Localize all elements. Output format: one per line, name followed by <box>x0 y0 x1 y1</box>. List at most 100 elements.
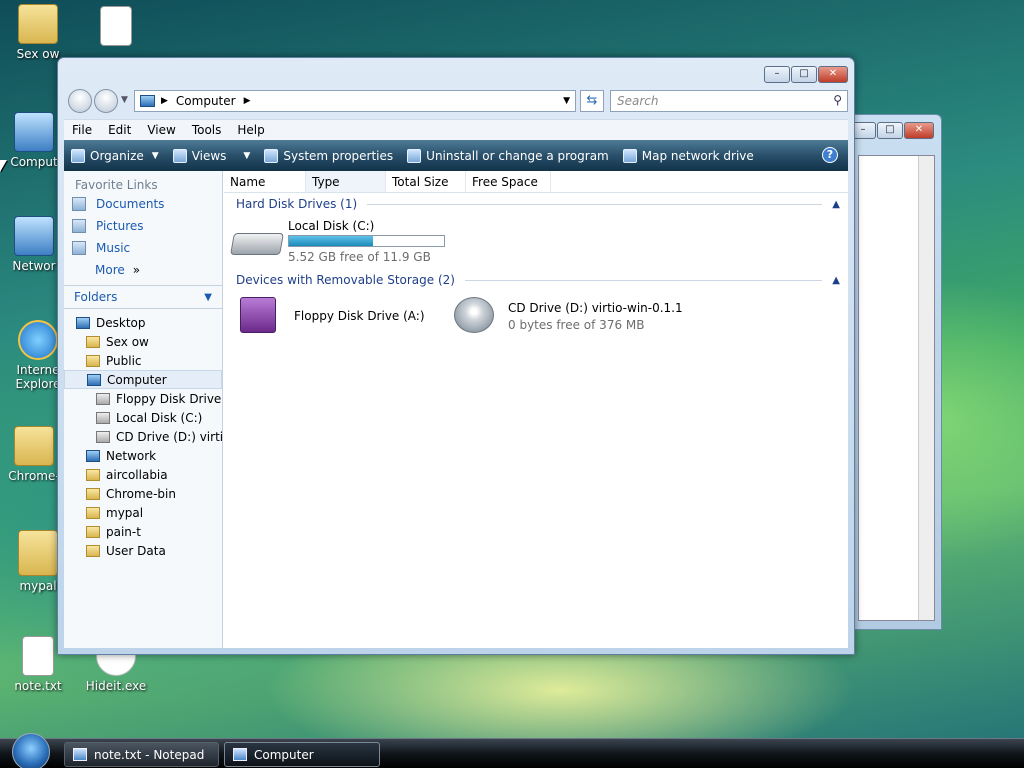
maximize-icon[interactable]: □ <box>877 122 903 139</box>
cd-drive-icon <box>454 297 494 333</box>
views-label: Views <box>191 148 227 163</box>
close-icon[interactable]: ✕ <box>904 122 934 139</box>
tree-item[interactable]: Desktop <box>64 313 222 332</box>
drive-cd-d[interactable]: CD Drive (D:) virtio-win-0.1.1 0 bytes f… <box>454 297 683 333</box>
taskbar-item-computer[interactable]: Computer <box>224 742 380 767</box>
tree-item[interactable]: Sex ow <box>64 332 222 351</box>
tree-item[interactable]: mypal <box>64 503 222 522</box>
organize-button[interactable]: Organize ▼ <box>64 148 166 163</box>
chevron-down-icon: ▼ <box>204 291 212 303</box>
vertical-scrollbar[interactable] <box>918 156 934 620</box>
tree-item[interactable]: Local Disk (C:) <box>64 408 222 427</box>
search-icon[interactable]: ⚲ <box>833 93 842 107</box>
taskbar: note.txt - Notepad Computer <box>0 733 1024 768</box>
drive-local-disk-c[interactable]: Local Disk (C:) 5.52 GB free of 11.9 GB <box>230 219 445 264</box>
column-type[interactable]: Type <box>306 171 386 192</box>
breadcrumb-arrow-icon[interactable]: ▶ <box>161 96 168 106</box>
folder-icon <box>86 544 100 557</box>
group-hard-disk-drives[interactable]: Hard Disk Drives (1) ▲ <box>236 195 840 213</box>
notepad-icon <box>73 748 87 761</box>
system-properties-button[interactable]: System properties <box>257 148 400 163</box>
folder-icon <box>86 506 100 519</box>
breadcrumb-arrow-icon[interactable]: ▶ <box>244 96 251 106</box>
drive-usage-bar <box>288 235 445 247</box>
menu-edit[interactable]: Edit <box>100 123 139 137</box>
command-bar: Organize ▼ Views ▼ System properties Uni… <box>64 140 848 171</box>
folder-icon <box>86 335 100 348</box>
recent-pages-chevron-icon[interactable]: ▼ <box>121 95 128 105</box>
menu-file[interactable]: File <box>64 123 100 137</box>
tree-item[interactable]: pain-t <box>64 522 222 541</box>
column-name[interactable]: Name <box>224 171 306 192</box>
folders-header[interactable]: Folders ▼ <box>64 285 222 309</box>
favorite-label: Pictures <box>96 219 144 233</box>
folder-icon <box>14 426 54 466</box>
minimize-icon[interactable]: – <box>764 66 790 83</box>
menu-help[interactable]: Help <box>229 123 272 137</box>
drive-name: Floppy Disk Drive (A:) <box>294 309 425 323</box>
notepad-text-area[interactable] <box>858 155 935 621</box>
drive-icon <box>96 411 110 424</box>
desktop-icon-sex-ow[interactable]: Sex ow <box>0 4 78 61</box>
notepad-window[interactable]: – □ ✕ <box>845 114 942 630</box>
internet-explorer-icon <box>18 320 58 360</box>
forward-button[interactable] <box>94 89 118 113</box>
address-dropdown-icon[interactable]: ▼ <box>563 96 570 106</box>
tree-item-label: Floppy Disk Drive <box>116 391 222 406</box>
tree-item[interactable]: Computer <box>64 370 222 389</box>
taskbar-item-notepad[interactable]: note.txt - Notepad <box>64 742 219 767</box>
tree-item[interactable]: Network <box>64 446 222 465</box>
group-removable-storage[interactable]: Devices with Removable Storage (2) ▲ <box>236 271 840 289</box>
group-label: Hard Disk Drives (1) <box>236 197 358 211</box>
tree-item[interactable]: Chrome-bin <box>64 484 222 503</box>
address-row: ▼ ▶ Computer ▶ ▼ ⇆ Search ⚲ <box>66 88 848 113</box>
start-button[interactable] <box>12 733 50 768</box>
menu-tools[interactable]: Tools <box>184 123 230 137</box>
tree-item[interactable]: aircollabia <box>64 465 222 484</box>
tree-item-label: mypal <box>106 505 144 520</box>
explorer-window[interactable]: – □ ✕ ▼ ▶ Computer ▶ ▼ ⇆ Search ⚲ File E… <box>57 57 855 655</box>
close-icon[interactable]: ✕ <box>818 66 848 83</box>
hard-drive-icon <box>230 233 284 255</box>
maximize-icon[interactable]: □ <box>791 66 817 83</box>
refresh-button[interactable]: ⇆ <box>580 90 604 112</box>
folder-icon <box>86 487 100 500</box>
views-button[interactable]: Views ▼ <box>166 148 258 163</box>
chevron-down-icon: ▼ <box>151 150 159 161</box>
favorite-documents[interactable]: Documents <box>64 193 222 215</box>
help-icon[interactable]: ? <box>822 147 838 163</box>
favorite-music[interactable]: Music <box>64 237 222 259</box>
pictures-icon <box>72 219 86 233</box>
double-chevron-icon: » <box>132 263 141 277</box>
chevron-down-icon: ▼ <box>243 150 251 161</box>
search-input[interactable]: Search ⚲ <box>610 90 848 112</box>
tree-item-label: Network <box>106 448 157 463</box>
uninstall-icon <box>407 148 422 163</box>
drive-floppy-a[interactable]: Floppy Disk Drive (A:) <box>232 297 425 333</box>
more-links[interactable]: More » <box>64 259 222 281</box>
map-network-drive-button[interactable]: Map network drive <box>616 148 761 163</box>
tree-item[interactable]: User Data <box>64 541 222 560</box>
folder-icon <box>86 525 100 538</box>
menu-view[interactable]: View <box>139 123 183 137</box>
favorite-pictures[interactable]: Pictures <box>64 215 222 237</box>
chevron-up-icon[interactable]: ▲ <box>832 275 840 286</box>
tree-item-label: aircollabia <box>106 467 168 482</box>
chevron-up-icon[interactable]: ▲ <box>832 199 840 210</box>
documents-icon <box>72 197 86 211</box>
back-button[interactable] <box>68 89 92 113</box>
desktop-icon-text-file[interactable] <box>76 6 156 49</box>
content-pane: Name Type Total Size Free Space Hard Dis… <box>224 171 848 648</box>
uninstall-program-button[interactable]: Uninstall or change a program <box>400 148 616 163</box>
computer-icon <box>233 748 247 761</box>
breadcrumb-computer[interactable]: Computer <box>176 94 236 108</box>
favorite-links-header: Favorite Links <box>75 178 158 192</box>
floppy-drive-icon <box>240 297 276 333</box>
column-total-size[interactable]: Total Size <box>386 171 466 192</box>
tree-item[interactable]: Floppy Disk Drive <box>64 389 222 408</box>
address-bar[interactable]: ▶ Computer ▶ ▼ <box>134 90 576 112</box>
tree-item[interactable]: CD Drive (D:) virtio <box>64 427 222 446</box>
tree-item[interactable]: Public <box>64 351 222 370</box>
column-free-space[interactable]: Free Space <box>466 171 551 192</box>
taskbar-item-label: note.txt - Notepad <box>94 747 205 762</box>
